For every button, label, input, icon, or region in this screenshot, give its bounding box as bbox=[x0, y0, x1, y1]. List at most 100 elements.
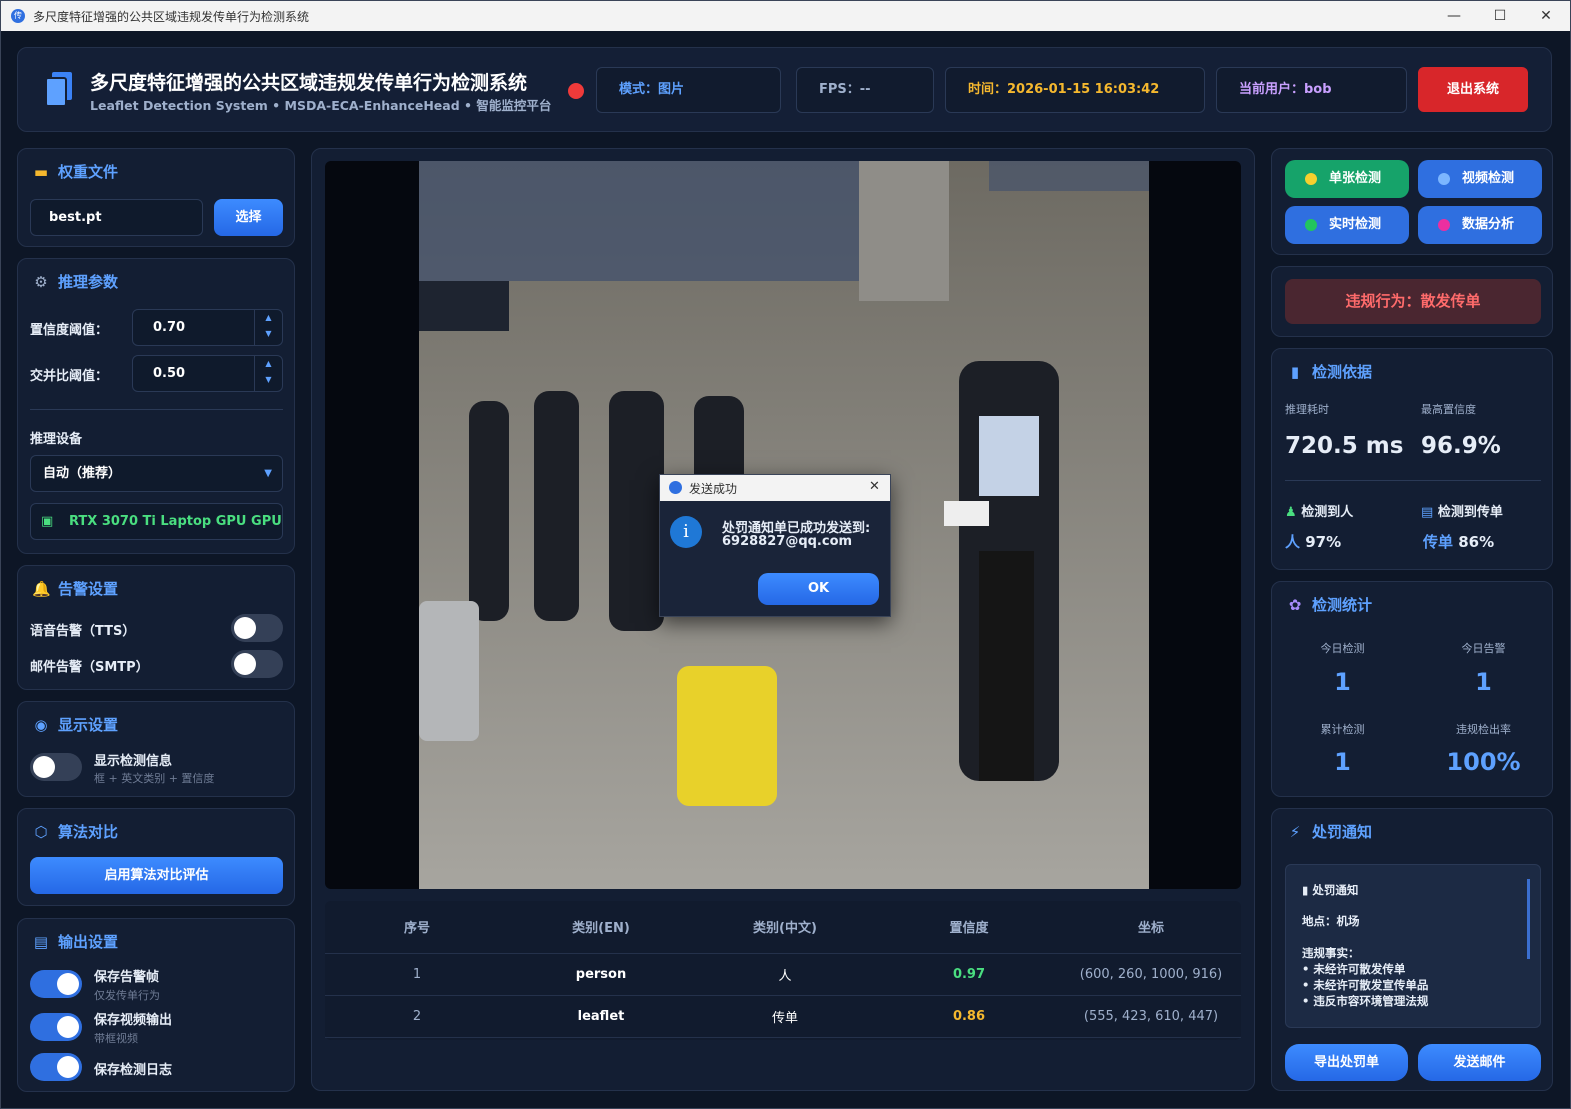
table-header-row: 序号 类别(EN) 类别(中文) 置信度 坐标 bbox=[325, 901, 1241, 953]
save-video-toggle[interactable] bbox=[30, 1013, 82, 1041]
send-email-button[interactable]: 发送邮件 bbox=[1418, 1044, 1541, 1081]
violation-badge: 违规行为：散发传单 bbox=[1285, 279, 1541, 324]
params-title: ⚙ 推理参数 bbox=[32, 271, 118, 292]
conf-threshold-label: 置信度阈值： bbox=[30, 323, 109, 338]
person-name: 人 bbox=[1285, 533, 1301, 551]
total-detect-value: 1 bbox=[1334, 748, 1351, 776]
today-detect-label: 今日检测 bbox=[1320, 642, 1365, 655]
detect-rate-value: 100% bbox=[1446, 748, 1521, 776]
mode-display: 模式：图片 bbox=[596, 67, 781, 113]
scrollbar[interactable] bbox=[1527, 879, 1530, 959]
dialog-email: 6928827@qq.com bbox=[722, 534, 853, 549]
pink-dot-icon bbox=[1438, 219, 1450, 231]
data-analysis-button[interactable]: 数据分析 bbox=[1418, 206, 1542, 244]
save-frames-sub: 仅发传单行为 bbox=[94, 989, 160, 1002]
algo-title: ⬡ 算法对比 bbox=[32, 821, 118, 842]
algo-title-label: 算法对比 bbox=[58, 823, 119, 841]
tts-label: 语音告警（TTS） bbox=[30, 624, 136, 639]
iou-threshold-spinbox[interactable]: 0.50 ▲ ▼ bbox=[132, 355, 283, 392]
save-frames-label: 保存告警帧 bbox=[94, 970, 160, 985]
col-header: 类别(中文) bbox=[753, 921, 817, 937]
output-title: ▤ 输出设置 bbox=[32, 931, 118, 952]
weights-title: ▬ 权重文件 bbox=[32, 161, 118, 182]
detect-rate-label: 违规检出率 bbox=[1456, 723, 1511, 736]
person-icon: ♟ bbox=[1285, 505, 1297, 520]
params-title-label: 推理参数 bbox=[58, 273, 119, 291]
dialog-title: 发送成功 bbox=[689, 482, 738, 496]
person-label: 检测到人 bbox=[1301, 505, 1354, 520]
conf-threshold-spinbox[interactable]: 0.70 ▲ ▼ bbox=[132, 309, 283, 346]
algo-panel: ⬡ 算法对比 启用算法对比评估 bbox=[17, 808, 295, 906]
notice-fact: • 违反市容环境管理法规 bbox=[1302, 994, 1429, 1008]
basis-title-label: 检测依据 bbox=[1312, 363, 1373, 381]
dialog-close-button[interactable]: ✕ bbox=[869, 479, 880, 494]
single-detect-button[interactable]: 单张检测 bbox=[1285, 160, 1409, 198]
toggle-knob bbox=[33, 756, 55, 778]
bell-icon: 🔔 bbox=[32, 580, 51, 598]
document-icon bbox=[45, 72, 72, 107]
notice-icon: ⚡ bbox=[1289, 823, 1301, 841]
max-conf-label: 最高置信度 bbox=[1421, 403, 1476, 416]
spin-arrows[interactable]: ▲ ▼ bbox=[254, 356, 282, 391]
close-window-button[interactable]: ✕ bbox=[1523, 1, 1569, 31]
video-detect-button[interactable]: 视频检测 bbox=[1418, 160, 1542, 198]
table-row[interactable]: 2 leaflet 传单 0.86 (555, 423, 610, 447) bbox=[325, 995, 1241, 1037]
show-info-toggle[interactable] bbox=[30, 753, 82, 781]
spin-arrows[interactable]: ▲ ▼ bbox=[254, 310, 282, 345]
output-title-label: 输出设置 bbox=[58, 933, 119, 951]
smtp-label: 邮件告警（SMTP） bbox=[30, 660, 149, 675]
file-icon: ▮ bbox=[1290, 363, 1300, 381]
person-detected: ♟ 检测到人 bbox=[1285, 501, 1353, 520]
logout-button[interactable]: 退出系统 bbox=[1418, 67, 1528, 112]
leaflet-detected: ▤ 检测到传单 bbox=[1421, 501, 1503, 520]
gpu-info: ▣ RTX 3070 Ti Laptop GPU GPU bbox=[30, 503, 283, 540]
cell-coords: (600, 260, 1000, 916) bbox=[1079, 966, 1223, 982]
export-penalty-button[interactable]: 导出处罚单 bbox=[1285, 1044, 1408, 1081]
display-panel: ◉ 显示设置 显示检测信息 框 + 英文类别 + 置信度 bbox=[17, 701, 295, 797]
today-detect-value: 1 bbox=[1334, 668, 1351, 696]
smtp-toggle[interactable] bbox=[231, 650, 283, 678]
save-frames-toggle[interactable] bbox=[30, 970, 82, 998]
maximize-button[interactable]: ☐ bbox=[1477, 1, 1523, 31]
device-select[interactable]: 自动（推荐） ▼ bbox=[30, 455, 283, 492]
save-log-toggle[interactable] bbox=[30, 1053, 82, 1081]
fps-display: FPS：-- bbox=[796, 67, 934, 113]
max-conf-value: 96.9% bbox=[1421, 433, 1501, 459]
leaflet-name: 传单 bbox=[1423, 533, 1454, 551]
table-row[interactable]: 1 person 人 0.97 (600, 260, 1000, 916) bbox=[325, 953, 1241, 995]
gpu-name: RTX 3070 Ti Laptop GPU GPU bbox=[69, 514, 282, 529]
save-video-sub: 带框视频 bbox=[94, 1032, 138, 1045]
infer-time-label: 推理耗时 bbox=[1285, 403, 1329, 416]
divider bbox=[1285, 480, 1541, 481]
toggle-knob bbox=[57, 973, 79, 995]
app-title: 多尺度特征增强的公共区域违规发传单行为检测系统 bbox=[90, 72, 528, 94]
title-bar: 传 多尺度特征增强的公共区域违规发传单行为检测系统 — ☐ ✕ bbox=[1, 1, 1570, 31]
device-label: 推理设备 bbox=[30, 432, 83, 447]
yellow-dot-icon bbox=[1305, 173, 1317, 185]
total-detect-label: 累计检测 bbox=[1320, 723, 1365, 736]
realtime-detect-button[interactable]: 实时检测 bbox=[1285, 206, 1409, 244]
today-alarm-value: 1 bbox=[1475, 668, 1492, 696]
penalty-panel: ⚡ 处罚通知 ▮ 处罚通知 地点：机场 违规事实： • 未经许可散发传单 • 未经… bbox=[1271, 808, 1553, 1091]
basis-title: ▮ 检测依据 bbox=[1286, 361, 1372, 382]
cell-confidence: 0.86 bbox=[952, 1008, 986, 1024]
tts-toggle[interactable] bbox=[231, 614, 283, 642]
algo-compare-button[interactable]: 启用算法对比评估 bbox=[30, 857, 283, 894]
col-header: 序号 bbox=[403, 921, 430, 937]
leaflet-label: 检测到传单 bbox=[1437, 505, 1503, 520]
cell-class-cn: 传单 bbox=[771, 1010, 798, 1026]
select-weights-button[interactable]: 选择 bbox=[214, 199, 283, 236]
weights-file-input[interactable]: best.pt bbox=[30, 199, 203, 236]
data-analysis-label: 数据分析 bbox=[1462, 217, 1515, 232]
save-icon: ▤ bbox=[33, 933, 49, 951]
leaflet-icon: ▤ bbox=[1421, 505, 1434, 520]
weights-title-label: 权重文件 bbox=[58, 163, 119, 181]
dialog-ok-button[interactable]: OK bbox=[758, 573, 879, 605]
penalty-notice-box[interactable]: ▮ 处罚通知 地点：机场 违规事实： • 未经许可散发传单 • 未经许可散发宣传… bbox=[1285, 864, 1541, 1028]
dialog-titlebar: 发送成功 ✕ bbox=[660, 475, 890, 501]
penalty-title: ⚡ 处罚通知 bbox=[1286, 821, 1372, 842]
cell-coords: (555, 423, 610, 447) bbox=[1083, 1008, 1219, 1024]
today-alarm-label: 今日告警 bbox=[1461, 642, 1506, 655]
time-display: 时间：2026-01-15 16:03:42 bbox=[945, 67, 1205, 113]
minimize-button[interactable]: — bbox=[1431, 1, 1477, 31]
